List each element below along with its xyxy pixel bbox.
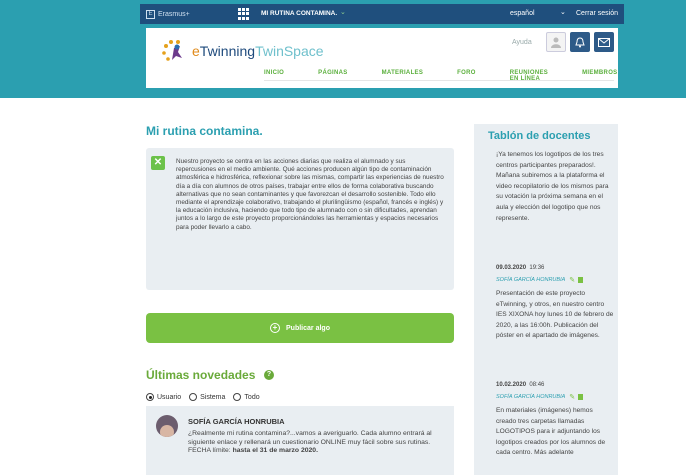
- publish-button-label: Publicar algo: [286, 324, 330, 332]
- board-message: En materiales (imágenes) hemos creado tr…: [496, 407, 606, 457]
- trash-icon[interactable]: [578, 277, 584, 283]
- teachers-board: Tablón de docentes ¡Ya tenemos los logot…: [474, 124, 618, 475]
- teachers-board-title: Tablón de docentes: [488, 130, 591, 142]
- language-selector[interactable]: español: [510, 10, 535, 17]
- page-title: Mi rutina contamina.: [146, 124, 263, 138]
- board-date: 09.03.2020 19:36: [496, 265, 545, 271]
- filter-sistema[interactable]: Sistema: [189, 393, 225, 401]
- stars-logo-icon: [160, 38, 190, 64]
- board-date: 10.02.2020 08:46: [496, 382, 545, 388]
- user-avatar-button[interactable]: [546, 32, 566, 52]
- plus-circle-icon: +: [270, 323, 281, 333]
- messages-button[interactable]: [594, 32, 614, 52]
- logo-text: eTwinningTwinSpace: [192, 43, 324, 59]
- project-description-text: Nuestro proyecto se centra en las accion…: [176, 158, 444, 231]
- erasmus-logo[interactable]: E Erasmus+: [146, 9, 190, 19]
- apps-grid-icon[interactable]: [238, 8, 250, 20]
- erasmus-icon: E: [146, 9, 155, 19]
- post-author[interactable]: SOFÍA GARCÍA HONRUBIA: [188, 417, 285, 426]
- nav-divider: [264, 80, 614, 81]
- board-message: Presentación de este proyecto eTwinning,…: [496, 290, 614, 340]
- news-title: Últimas novedades: [146, 368, 256, 382]
- edit-icon[interactable]: ✎: [569, 276, 575, 284]
- erasmus-label: Erasmus+: [158, 10, 190, 18]
- edit-icon[interactable]: ✎: [569, 393, 575, 401]
- publish-button[interactable]: + Publicar algo: [146, 313, 454, 343]
- radio-icon: [233, 393, 242, 401]
- twinspace-selector[interactable]: MI RUTINA CONTAMINA.: [261, 10, 337, 17]
- board-message: ¡Ya tenemos los logotipos de los tres ce…: [496, 151, 609, 222]
- bell-icon: [575, 36, 585, 47]
- etwinning-logo[interactable]: eTwinningTwinSpace: [160, 38, 324, 64]
- radio-icon: [189, 393, 198, 401]
- board-author: SOFÍA GARCÍA HONRUBIA ✎: [496, 393, 584, 401]
- filter-todo[interactable]: Todo: [233, 393, 260, 401]
- news-post: SOFÍA GARCÍA HONRUBIA ¿Realmente mi ruti…: [146, 406, 454, 475]
- post-deadline: hasta el 31 de marzo 2020.: [232, 447, 318, 455]
- top-bar: E Erasmus+ MI RUTINA CONTAMINA. ⌄ españo…: [0, 0, 686, 28]
- help-link[interactable]: Ayuda: [512, 39, 532, 46]
- tools-icon: ✕: [151, 156, 165, 170]
- board-author: SOFÍA GARCÍA HONRUBIA ✎: [496, 276, 584, 284]
- project-description: ✕ Nuestro proyecto se centra en las acci…: [146, 148, 454, 290]
- chevron-down-icon[interactable]: ⌄: [560, 8, 566, 16]
- trash-icon[interactable]: [578, 394, 584, 400]
- avatar[interactable]: [156, 415, 178, 437]
- mail-icon: [598, 37, 610, 47]
- logout-link[interactable]: Cerrar sesión: [576, 10, 618, 17]
- radio-selected-icon: [146, 393, 154, 401]
- filter-usuario[interactable]: Usuario: [146, 393, 181, 401]
- top-bar-inner: E Erasmus+ MI RUTINA CONTAMINA. ⌄ españo…: [140, 4, 624, 24]
- header-card: eTwinningTwinSpace Ayuda INICIO PÁGINAS …: [146, 28, 618, 88]
- post-text: ¿Realmente mi rutina contamina?...vamos …: [188, 430, 432, 455]
- user-icon: [551, 37, 561, 48]
- chevron-down-icon[interactable]: ⌄: [340, 8, 346, 16]
- news-filter: Usuario Sistema Todo: [146, 393, 268, 401]
- help-icon[interactable]: ?: [264, 370, 274, 380]
- notifications-button[interactable]: [570, 32, 590, 52]
